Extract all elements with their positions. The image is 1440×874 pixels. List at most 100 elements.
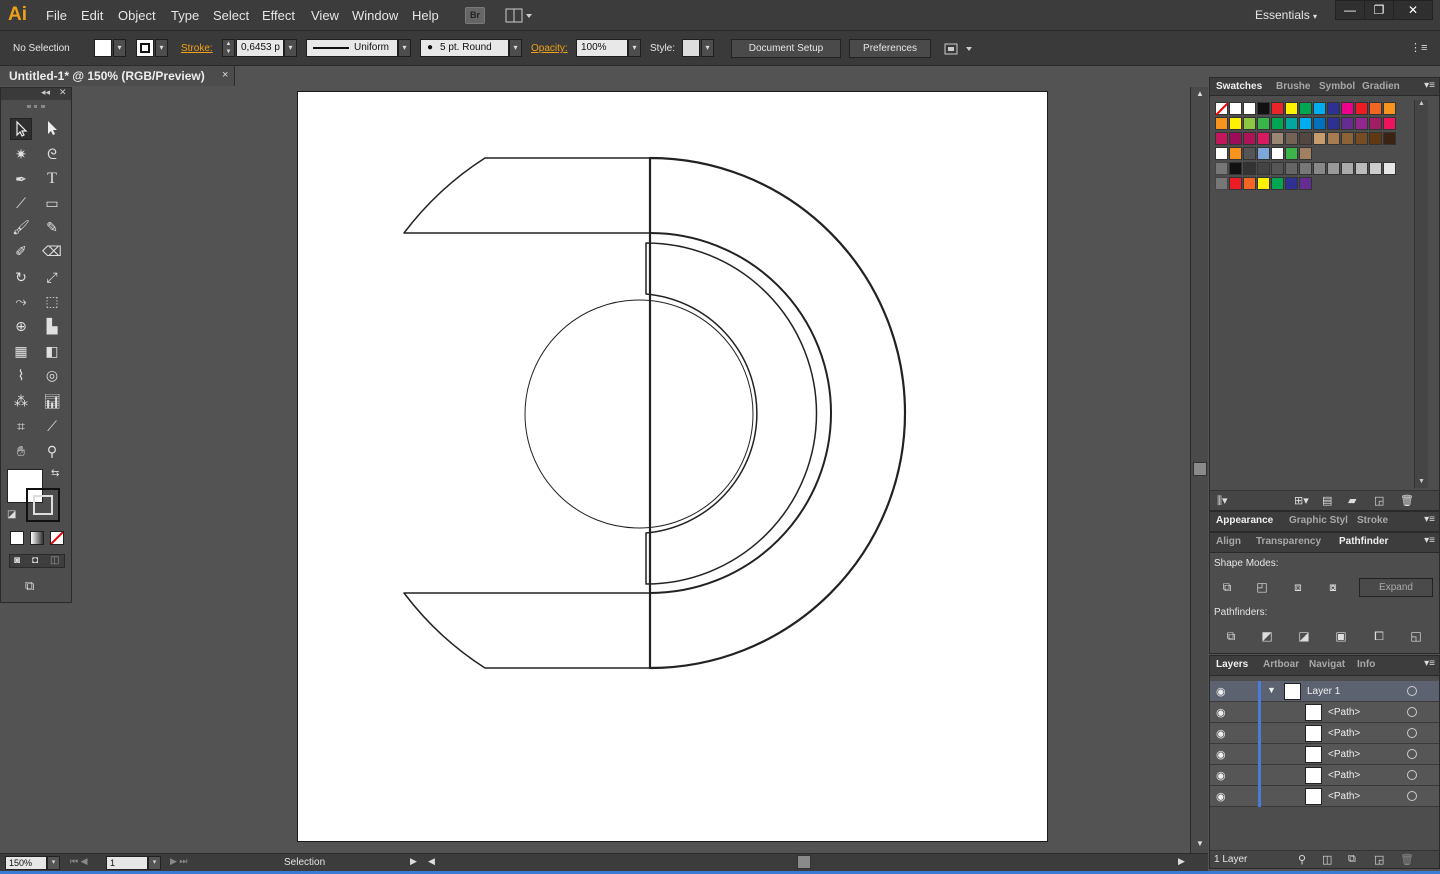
artboard[interactable] [297, 91, 1048, 842]
show-swatch-kinds-icon[interactable]: ⊞▾ [1294, 494, 1309, 507]
stroke-weight-input[interactable]: 0,6453 p [236, 39, 284, 57]
color-swatch[interactable] [1257, 102, 1270, 115]
new-swatch-icon[interactable]: ◲ [1374, 494, 1384, 507]
zoom-input[interactable]: 150% [5, 856, 47, 870]
color-swatch[interactable] [1299, 117, 1312, 130]
new-color-group-icon[interactable]: ▰ [1348, 494, 1356, 507]
color-swatch[interactable] [1313, 132, 1326, 145]
shape-builder-tool-icon[interactable]: ⊕ [10, 315, 32, 337]
default-fill-stroke-icon[interactable]: ◪ [7, 509, 16, 520]
color-swatch[interactable] [1369, 162, 1382, 175]
style-swatch[interactable] [682, 39, 700, 57]
color-swatch[interactable] [1327, 162, 1340, 175]
column-graph-tool-icon[interactable]: 📊︎ [41, 390, 63, 412]
color-swatch[interactable] [1257, 147, 1270, 160]
color-swatch[interactable] [1369, 102, 1382, 115]
color-swatch[interactable] [1243, 102, 1256, 115]
fill-dropdown[interactable]: ▾ [113, 39, 126, 57]
visibility-eye-icon[interactable]: ◉ [1216, 706, 1226, 719]
color-swatch[interactable] [1257, 132, 1270, 145]
opacity-label[interactable]: Opacity: [531, 43, 568, 54]
bridge-button[interactable]: Br [465, 7, 485, 24]
screen-mode-icon[interactable]: ⧉ [25, 578, 47, 594]
target-icon[interactable] [1407, 728, 1417, 738]
color-swatch[interactable] [1271, 162, 1284, 175]
visibility-eye-icon[interactable]: ◉ [1216, 748, 1226, 761]
rotate-tool-icon[interactable]: ↻ [10, 266, 32, 288]
brush-definition[interactable]: ● 5 pt. Round [420, 39, 509, 57]
gradient-tool-icon[interactable]: ◧ [41, 340, 63, 362]
color-swatch[interactable] [1285, 132, 1298, 145]
status-menu-icon[interactable]: ▶ [410, 856, 417, 867]
brush-dropdown[interactable]: ▾ [509, 39, 522, 57]
color-swatch[interactable] [1355, 162, 1368, 175]
variable-width-profile[interactable]: Uniform [306, 39, 398, 57]
tab-appearance[interactable]: Appearance [1216, 515, 1273, 526]
minus-back-icon[interactable]: ◱ [1407, 627, 1425, 645]
color-swatch[interactable] [1299, 177, 1312, 190]
path-name[interactable]: <Path> [1328, 749, 1360, 760]
free-transform-tool-icon[interactable]: ⬚ [41, 290, 63, 312]
color-swatch[interactable] [1243, 177, 1256, 190]
menu-help[interactable]: Help [412, 8, 439, 23]
pathfinder-panel-menu-icon[interactable]: ▾≡ [1424, 535, 1435, 546]
swatches-scrollbar[interactable]: ▲ ▼ [1414, 100, 1428, 488]
menu-select[interactable]: Select [213, 8, 249, 23]
color-swatch[interactable] [1313, 102, 1326, 115]
color-swatch[interactable] [1215, 132, 1228, 145]
menu-view[interactable]: View [311, 8, 339, 23]
zoom-tool-icon[interactable]: ⚲ [41, 440, 63, 462]
document-tab[interactable]: Untitled-1* @ 150% (RGB/Preview) × [0, 66, 235, 86]
profile-dropdown[interactable]: ▾ [398, 39, 411, 57]
swatches-scroll-down-icon[interactable]: ▼ [1418, 478, 1425, 485]
color-swatch[interactable] [1383, 102, 1396, 115]
color-swatch[interactable] [1271, 117, 1284, 130]
menu-window[interactable]: Window [352, 8, 398, 23]
artboard-dropdown[interactable]: ▾ [148, 856, 161, 870]
color-swatch[interactable] [1257, 162, 1270, 175]
tab-navigator[interactable]: Navigat [1309, 659, 1345, 670]
color-swatch[interactable] [1341, 102, 1354, 115]
control-panel-menu-icon[interactable]: ⋮≡ [1410, 41, 1427, 54]
visibility-eye-icon[interactable]: ◉ [1216, 790, 1226, 803]
sublayer-row[interactable]: ◉ <Path> [1210, 744, 1439, 765]
vertical-scrollbar[interactable]: ▲ ▼ [1190, 87, 1208, 853]
sublayer-row[interactable]: ◉ <Path> [1210, 765, 1439, 786]
scroll-right-icon[interactable]: ▶ [1178, 856, 1185, 867]
color-swatch[interactable] [1355, 132, 1368, 145]
line-tool-icon[interactable]: ⟋ [10, 192, 32, 214]
tab-brushes[interactable]: Brushe [1276, 81, 1310, 92]
color-swatch[interactable] [1271, 177, 1284, 190]
color-swatch[interactable] [1299, 162, 1312, 175]
swatches-panel-menu-icon[interactable]: ▾≡ [1424, 80, 1435, 91]
symbol-sprayer-tool-icon[interactable]: ⁂ [10, 390, 32, 412]
tab-swatches[interactable]: Swatches [1216, 81, 1262, 92]
color-swatch[interactable] [1313, 162, 1326, 175]
visibility-eye-icon[interactable]: ◉ [1216, 727, 1226, 740]
tab-gradient[interactable]: Gradien [1362, 81, 1400, 92]
color-swatch[interactable] [1243, 147, 1256, 160]
unite-icon[interactable]: ⧉ [1218, 578, 1236, 596]
color-swatch[interactable] [1257, 177, 1270, 190]
minimize-button[interactable]: — [1335, 0, 1365, 20]
target-icon[interactable] [1407, 770, 1417, 780]
stroke-dropdown[interactable]: ▾ [155, 39, 168, 57]
outline-icon[interactable]: ⧠ [1370, 627, 1388, 645]
swatch-grid[interactable] [1215, 102, 1415, 192]
target-icon[interactable] [1407, 707, 1417, 717]
expand-button[interactable]: Expand [1359, 578, 1433, 597]
color-swatch[interactable] [1299, 102, 1312, 115]
none-mode-icon[interactable] [50, 531, 64, 545]
slice-tool-icon[interactable]: ⟋ [41, 415, 63, 437]
intersect-icon[interactable]: ⧈ [1289, 578, 1307, 596]
color-swatch[interactable] [1341, 117, 1354, 130]
drawing-modes[interactable]: ◙ ◘ ◫ [9, 554, 65, 568]
eraser-tool-icon[interactable]: ⌫ [41, 240, 63, 262]
blob-brush-tool-icon[interactable]: ✐ [10, 240, 32, 262]
swap-fill-stroke-icon[interactable]: ⇆ [51, 468, 59, 479]
color-swatch[interactable] [1355, 102, 1368, 115]
swatch-group-folder-icon[interactable] [1215, 162, 1228, 175]
tab-align[interactable]: Align [1216, 536, 1241, 547]
color-swatch[interactable] [1341, 162, 1354, 175]
color-swatch[interactable] [1271, 132, 1284, 145]
